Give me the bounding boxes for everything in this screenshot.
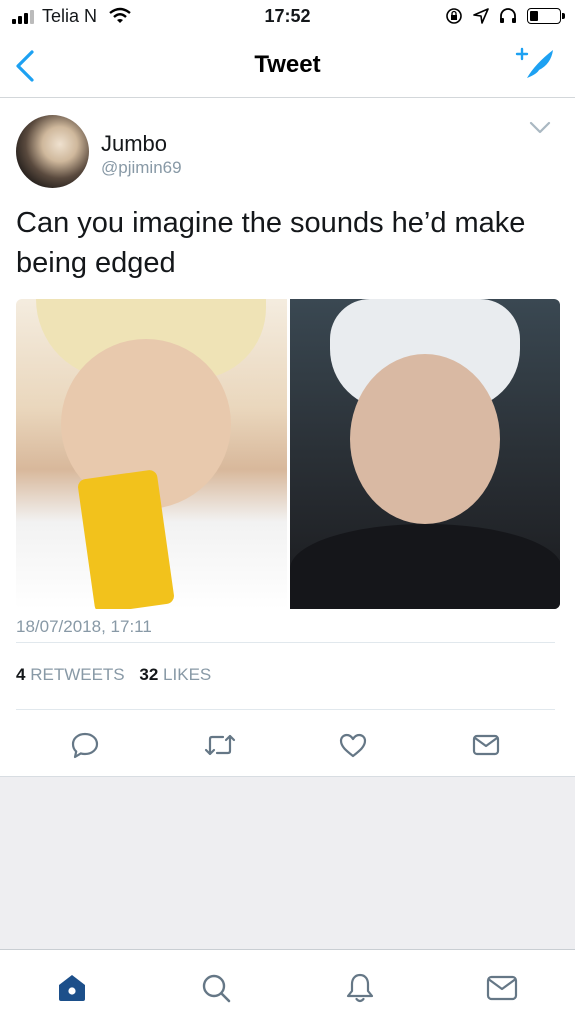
reply-icon [71,732,99,759]
divider [16,709,555,710]
navigation-bar: Tweet [0,34,575,98]
tweet-detail: Jumbo @pjimin69 Can you imagine the soun… [0,99,575,776]
reply-button[interactable] [65,725,105,765]
avatar[interactable] [16,115,89,188]
tweet-media [16,299,560,609]
tab-home[interactable] [52,968,92,1008]
tweet-timestamp: 18/07/2018, 17:11 [16,617,152,636]
mail-icon [486,975,518,1001]
media-photo-1[interactable] [16,299,287,609]
empty-replies-area [0,776,575,949]
divider [16,642,555,643]
heart-icon [339,733,367,758]
tweet-actions [0,719,575,769]
share-via-message-button[interactable] [466,725,506,765]
page-title: Tweet [254,51,321,78]
retweet-button[interactable] [200,725,240,765]
tab-search[interactable] [196,968,236,1008]
like-button[interactable] [333,725,373,765]
chevron-down-icon[interactable] [529,121,551,135]
tab-bar [0,949,575,1024]
tab-messages[interactable] [482,968,522,1008]
mail-icon [472,734,500,756]
compose-tweet-icon [515,47,553,78]
search-icon [202,974,231,1003]
author-handle[interactable]: @pjimin69 [101,158,182,178]
location-icon [473,8,489,24]
likes-stat[interactable]: 32 LIKES [139,665,211,684]
tweet-text: Can you imagine the sounds he’d make bei… [16,207,526,279]
battery-icon [527,8,565,24]
orientation-lock-icon [446,8,462,24]
compose-tweet-button[interactable] [513,44,557,84]
headphones-icon [500,8,516,23]
retweet-icon [204,734,236,756]
home-icon [59,975,85,1001]
retweets-stat[interactable]: 4 RETWEETS [16,665,125,684]
status-bar: Telia N 17:52 [0,0,575,34]
media-photo-2[interactable] [289,299,560,609]
bell-icon [346,973,374,1003]
author-display-name[interactable]: Jumbo [101,131,167,157]
tweet-stats: 4 RETWEETS 32 LIKES [16,665,221,685]
tab-notifications[interactable] [340,968,380,1008]
